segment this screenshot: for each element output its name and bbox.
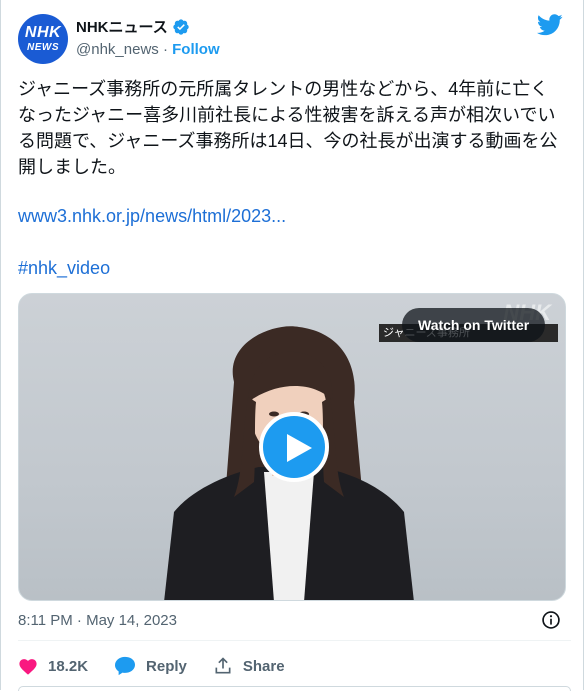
reply-bubble-icon: [115, 656, 136, 676]
share-label: Share: [242, 657, 285, 675]
like-button[interactable]: 18.2K: [18, 657, 88, 675]
tweet-timestamp[interactable]: 8:11 PM · May 14, 2023: [18, 612, 177, 629]
tweet-text: ジャニーズ事務所の元所属タレントの男性などから、4年前に亡くなったジャニー喜多川…: [18, 79, 558, 177]
avatar-line2: NEWS: [27, 42, 59, 53]
author-handle-row: @nhk_news · Follow: [76, 41, 220, 58]
divider: [18, 640, 571, 641]
video-player[interactable]: NHK ジャニーズ事務所 Watch on Twitter: [18, 293, 566, 601]
reply-button[interactable]: Reply: [114, 656, 187, 676]
share-icon: [215, 657, 231, 674]
verified-badge-icon: [173, 18, 189, 35]
avatar-line1: NHK: [24, 24, 62, 41]
follow-button[interactable]: Follow: [172, 41, 220, 58]
like-count: 18.2K: [48, 657, 89, 675]
heart-icon: [19, 659, 37, 675]
reply-label: Reply: [146, 657, 187, 675]
tweet-link[interactable]: www3.nhk.or.jp/news/html/2023...: [18, 206, 286, 227]
info-icon[interactable]: [541, 610, 561, 630]
next-card-edge: [18, 686, 571, 691]
twitter-bird-icon[interactable]: [537, 14, 563, 36]
tweet-hashtag[interactable]: #nhk_video: [18, 258, 110, 279]
handle-separator: ·: [158, 41, 173, 58]
author-handle[interactable]: @nhk_news: [76, 41, 159, 58]
play-icon: [287, 434, 312, 462]
author-display-name[interactable]: NHKニュース: [76, 16, 168, 37]
play-button[interactable]: [259, 412, 329, 482]
share-button[interactable]: Share: [213, 656, 285, 676]
tweet-actions: 18.2K Reply Share: [18, 654, 311, 678]
watch-on-twitter-button[interactable]: Watch on Twitter: [402, 308, 546, 342]
tweet-card: NHK NEWS NHKニュース @nhk_news · Follow ジャニー…: [0, 0, 584, 691]
avatar[interactable]: NHK NEWS: [18, 14, 68, 64]
author-name-row: NHKニュース: [76, 16, 190, 37]
tweet-header: NHK NEWS NHKニュース @nhk_news · Follow: [18, 14, 571, 64]
